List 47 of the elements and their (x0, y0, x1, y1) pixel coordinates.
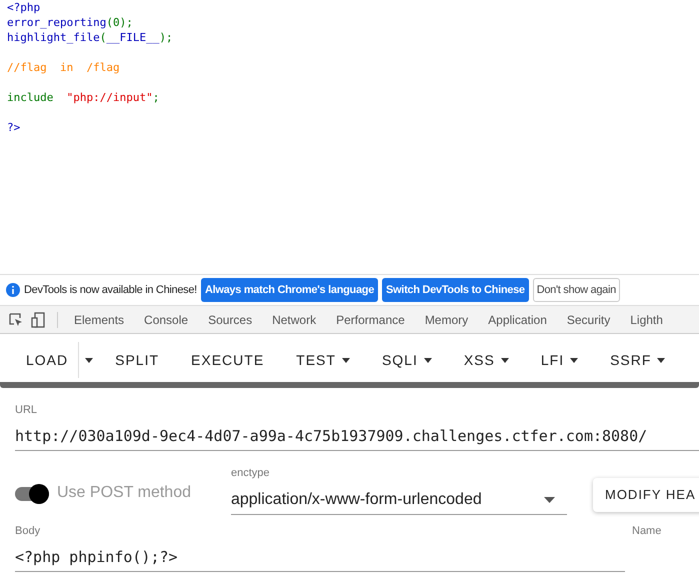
devtools-tab[interactable]: Application (478, 306, 557, 333)
devtools-tab[interactable]: Sources (198, 306, 262, 333)
infobar-button[interactable]: Switch DevTools to Chinese (382, 278, 529, 302)
toolbar-button[interactable]: SSRF (600, 342, 676, 378)
caret-icon (570, 358, 578, 362)
devtools-tab[interactable]: Security (556, 306, 620, 333)
devtools-tab[interactable]: Lighth (620, 306, 673, 333)
toolbar-button[interactable]: LFI (530, 342, 588, 378)
toolbar-button[interactable]: XSS (454, 342, 519, 378)
caret-icon (85, 358, 94, 362)
code-line: //flag in /flag (7, 61, 120, 74)
code-line: include "php://input"; (7, 91, 160, 104)
enctype-select[interactable]: application/x-www-form-urlencoded (230, 485, 567, 515)
post-toggle-label: Use POST method (57, 483, 191, 503)
caret-icon (544, 496, 555, 502)
info-icon (6, 283, 20, 297)
caret-icon (342, 358, 350, 362)
devtools-tab[interactable]: Console (134, 306, 198, 333)
body-label: Body (15, 524, 42, 539)
toolbar-button[interactable]: SQLI (372, 342, 442, 378)
url-label: URL (15, 403, 38, 418)
name-column-label: Name (632, 524, 662, 539)
caret-icon (657, 358, 666, 362)
infobar-button[interactable]: Don't show again (532, 278, 620, 302)
infobar-message: DevTools is now available in Chinese! (24, 282, 197, 298)
code-line: error_reporting(0); (7, 16, 133, 29)
devtools-tab[interactable]: Memory (414, 306, 478, 333)
post-toggle[interactable] (15, 483, 49, 505)
toolbar-button[interactable]: EXECUTE (181, 342, 274, 378)
device-toggle-icon[interactable] (31, 312, 45, 328)
caret-icon (424, 358, 432, 362)
code-line: <?php (7, 1, 40, 14)
devtools-tab[interactable]: Network (262, 306, 326, 333)
body-field[interactable]: <?php phpinfo();?> (15, 544, 625, 572)
caret-icon (500, 358, 509, 362)
devtools-tab[interactable]: Performance (326, 306, 415, 333)
toolbar-button[interactable]: LOAD (16, 342, 78, 378)
toolbar-button[interactable]: SPLIT (105, 342, 170, 378)
modify-header-button[interactable]: MODIFY HEA (592, 478, 699, 512)
toolbar-button[interactable]: TEST (286, 342, 360, 378)
url-field[interactable]: http://030a109d-9ec4-4d07-a99a-4c75b1937909.challenges.ctfer.com:8080/ (15, 422, 699, 450)
code-line: ?> (7, 121, 20, 134)
inspect-icon[interactable] (9, 312, 23, 326)
infobar-button[interactable]: Always match Chrome's language (200, 278, 378, 302)
code-line: highlight_file(__FILE__); (7, 31, 173, 44)
devtools-tab[interactable]: Elements (64, 306, 134, 333)
enctype-label: enctype (230, 466, 271, 480)
